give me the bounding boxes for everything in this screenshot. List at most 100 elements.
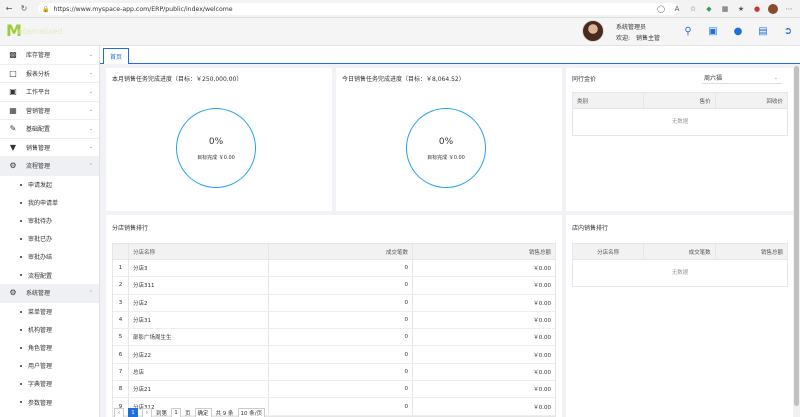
bullet-icon: [20, 364, 22, 367]
sidebar-subitem[interactable]: 角色管理: [0, 339, 99, 357]
sidebar-item-sales[interactable]: ▼ 销售管理 ⌄: [0, 139, 99, 157]
grid-icon: ▩: [9, 50, 17, 60]
sidebar-item-inventory[interactable]: ▩ 库存管理 ⌄: [0, 46, 99, 65]
sidebar-subitem[interactable]: 审批已办: [0, 230, 99, 248]
sidebar-subitem[interactable]: 菜单管理: [0, 303, 99, 321]
branch-name: 分店21: [129, 381, 269, 398]
next-page-button[interactable]: ›: [142, 408, 152, 417]
sidebar-item-workbench[interactable]: ▣ 工作平台 ⌄: [0, 83, 99, 102]
day-target-panel: 今日销售任务完成进度（目标：￥8,064.52） 0% 目标完成 ￥0.00: [336, 68, 562, 211]
column-header: 回收价: [766, 98, 784, 105]
deal-count: 0: [269, 398, 413, 415]
panel-title: 同行金价: [572, 76, 597, 83]
goto-page-input[interactable]: 1: [171, 408, 182, 417]
row-index: 3: [113, 294, 129, 311]
favorite-star-icon[interactable]: ☆: [688, 3, 698, 15]
sidebar-subitem[interactable]: 我的申请单: [0, 194, 99, 212]
column-header: [113, 244, 129, 259]
sidebar-subitem[interactable]: 用户管理: [0, 357, 99, 375]
sales-amount: ￥0.00: [533, 300, 551, 307]
row-index: 2: [113, 277, 129, 294]
branch-ranking-panel: 分店销售排行 分店名称 成交笔数 销售总额 1 分店3 0 ￥0.00 2 分店311 0…: [106, 215, 562, 417]
cart-icon: ▼: [9, 142, 17, 152]
sales-amount: ￥0.00: [533, 352, 551, 359]
row-index: 8: [113, 381, 129, 398]
browser-menu-icon[interactable]: ⋯: [784, 3, 794, 15]
sidebar-subitem[interactable]: 字典管理: [0, 375, 99, 393]
sidebar-subitem[interactable]: 流程配置: [0, 266, 99, 284]
logout-icon[interactable]: ➲: [781, 24, 795, 38]
sidebar-item-reports[interactable]: □ 报表分析 ⌄: [0, 65, 99, 83]
column-header: 售价: [644, 93, 716, 108]
shield-icon[interactable]: ◆: [704, 3, 714, 15]
sidebar-subitem[interactable]: 机构管理: [0, 321, 99, 339]
sidebar-item-system[interactable]: ⚙ 系统管理 ⌃: [0, 284, 99, 303]
browser-avatar[interactable]: [768, 4, 778, 14]
sidebar-subitem[interactable]: 申请发起: [0, 176, 99, 194]
sidebar-item-label: 报表分析: [26, 70, 51, 78]
branch-name: 分店2: [129, 294, 269, 311]
sales-amount: ￥0.00: [533, 266, 551, 273]
sidebar-subitem-label: 审批已办: [28, 236, 53, 244]
user-avatar[interactable]: [582, 20, 604, 42]
sidebar-item-marketing[interactable]: ▦ 营销管理 ⌄: [0, 102, 99, 120]
bullet-icon: [20, 328, 22, 331]
table-row: 8 分店21 0 ￥0.00: [113, 381, 555, 399]
sidebar-subitem-label: 菜单管理: [28, 309, 53, 317]
tab-home[interactable]: 首页: [103, 48, 130, 64]
deal-count: 0: [269, 260, 413, 277]
chevron-up-icon: ⌃: [88, 162, 93, 169]
sidebar-item-workflow[interactable]: ⚙ 流程管理 ⌃: [0, 157, 99, 176]
page-number-button[interactable]: 1: [128, 408, 138, 417]
panel-title: 今日销售任务完成进度（目标：￥8,064.52）: [342, 76, 465, 83]
bullet-icon: [20, 237, 22, 240]
sidebar-subitem[interactable]: 审批待办: [0, 212, 99, 230]
extensions-icon[interactable]: ▦: [720, 3, 730, 15]
column-header: 销售总额: [761, 249, 784, 256]
sales-amount: ￥0.00: [533, 387, 551, 394]
page-size-select[interactable]: 10 条/页: [237, 408, 266, 417]
sales-amount: ￥0.00: [533, 335, 551, 342]
sidebar-item-label: 库存管理: [26, 52, 51, 60]
panel-title: 本月销售任务完成进度（目标：￥250,000.00）: [112, 76, 243, 83]
sidebar-subitem-label: 用户管理: [28, 363, 53, 371]
confirm-button[interactable]: 确定: [194, 408, 212, 417]
sidebar-subitem[interactable]: 参数管理: [0, 393, 99, 411]
prev-page-button[interactable]: ‹: [114, 408, 124, 417]
branch-name: 分店31: [129, 311, 269, 329]
table-header: 分店名称 成交笔数 销售总额: [113, 244, 555, 260]
message-icon[interactable]: ▤: [756, 24, 770, 38]
branch-ranking-table: 分店名称 成交笔数 销售总额 1 分店3 0 ￥0.00 2 分店311 0 ￥0.00 3…: [112, 243, 556, 417]
panel-title: 分店销售排行: [112, 225, 149, 232]
progress-caption: 目标完成 ￥0.00: [197, 155, 235, 161]
chevron-down-icon: ⌄: [88, 88, 93, 95]
address-bar[interactable]: 🔒 https://www.myspace-app.com/ERP/public…: [38, 3, 678, 15]
search-icon[interactable]: ⚲: [681, 24, 695, 38]
bullet-icon: [20, 255, 22, 258]
font-size-icon[interactable]: A: [672, 3, 682, 15]
chevron-down-icon: ⌄: [773, 74, 778, 81]
bullet-icon: [20, 310, 22, 313]
branch-name: 分店22: [129, 346, 269, 363]
brand-select[interactable]: 周六福 ⌄: [702, 72, 782, 84]
table-row: 1 分店3 0 ￥0.00: [113, 260, 555, 278]
select-value: 周六福: [704, 75, 723, 82]
chevron-down-icon: ⌄: [88, 107, 93, 114]
profile-extension-icon[interactable]: ●: [752, 3, 762, 15]
refresh-icon[interactable]: ↻: [18, 3, 30, 15]
scrollbar-thumb[interactable]: [794, 66, 799, 406]
sidebar-item-basic-config[interactable]: ✎ 基础配置 ⌄: [0, 120, 99, 139]
page-scrollbar[interactable]: [793, 64, 800, 417]
sales-amount: ￥0.00: [533, 369, 551, 376]
read-aloud-icon[interactable]: ◯: [656, 3, 666, 15]
gear-icon: ⚙: [9, 161, 17, 171]
deal-count: 0: [269, 294, 413, 311]
bell-icon[interactable]: ●: [731, 24, 745, 38]
back-icon[interactable]: ←: [3, 3, 15, 15]
progress-ring: 0% 目标完成 ￥0.00: [176, 108, 256, 188]
table-header: 类别 售价 回收价: [573, 93, 787, 109]
fullscreen-icon[interactable]: ▣: [706, 24, 720, 38]
sidebar-subitem[interactable]: 审批办结: [0, 248, 99, 266]
collections-icon[interactable]: ★: [736, 3, 746, 15]
sidebar-subitem-label: 机构管理: [28, 327, 53, 335]
